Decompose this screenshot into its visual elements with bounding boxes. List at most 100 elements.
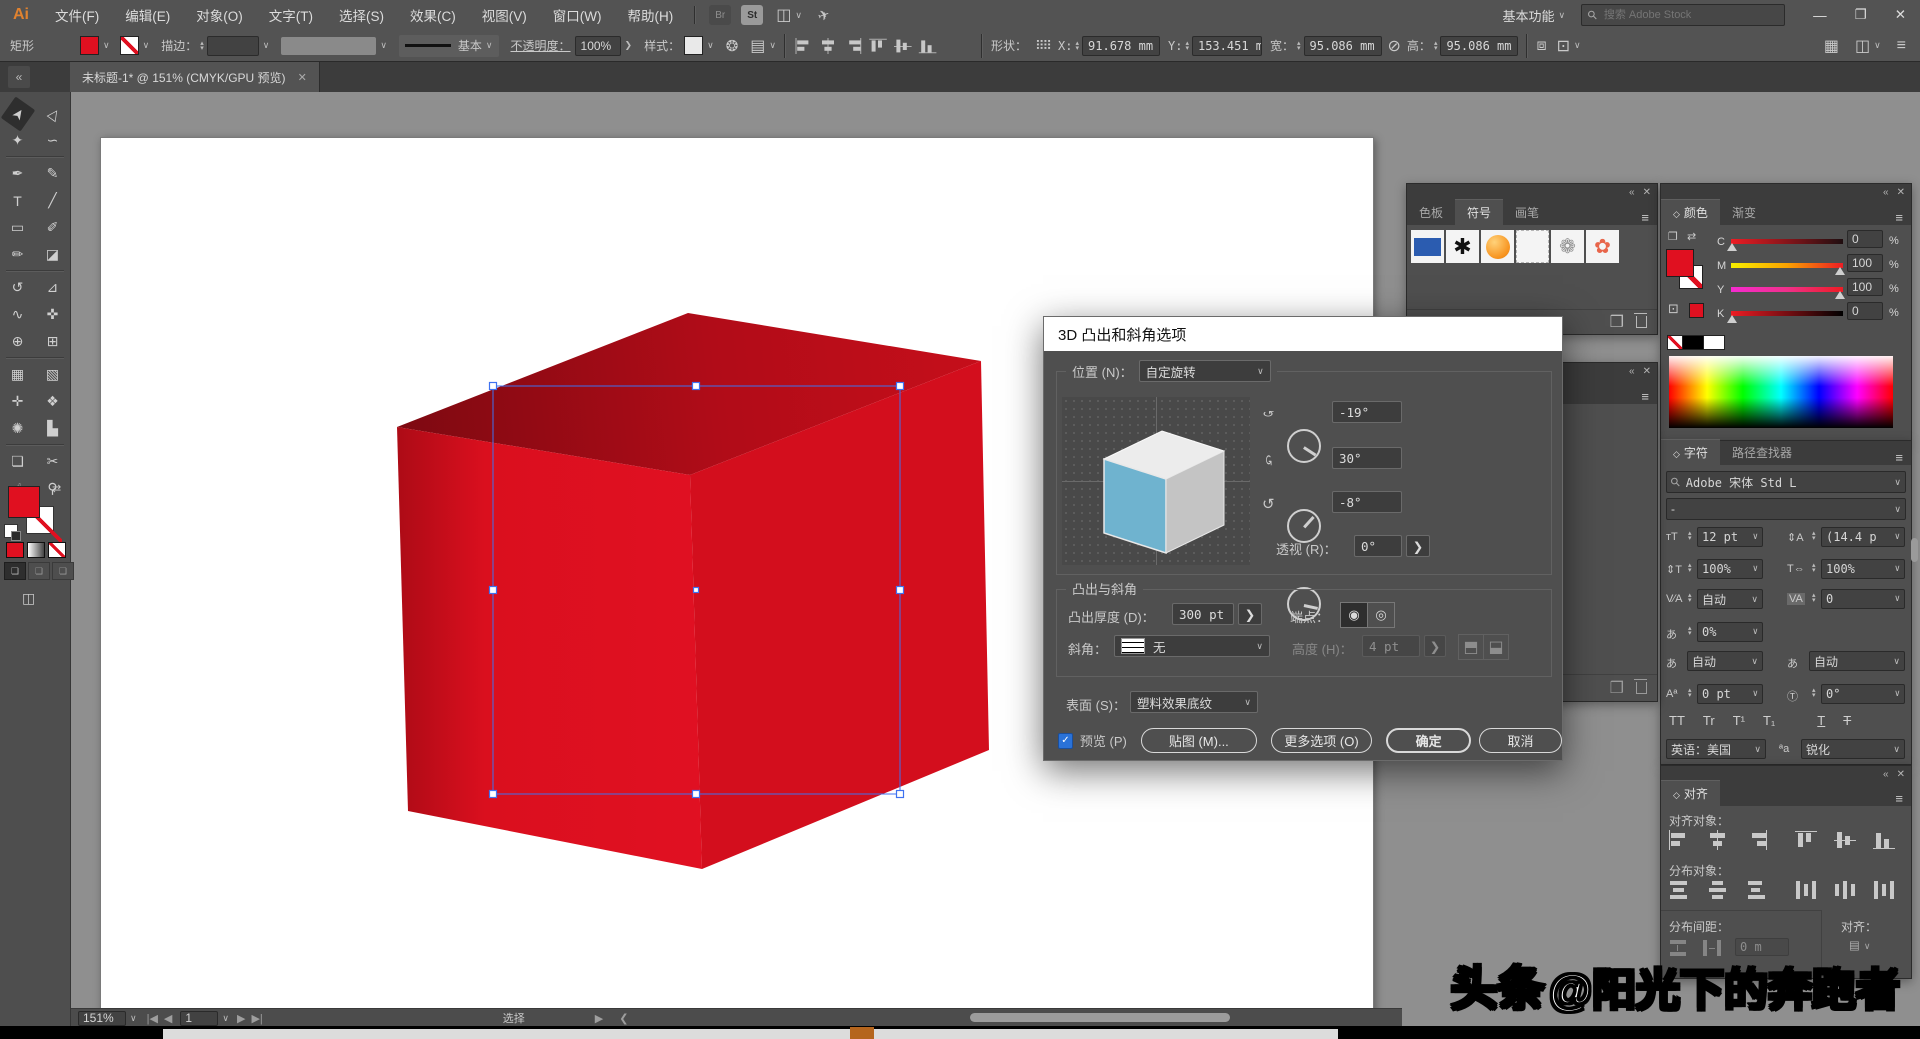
recolor-artwork-icon[interactable]: ❂ <box>726 37 739 55</box>
white-swatch[interactable] <box>1704 335 1725 350</box>
cyan-value-field[interactable]: 0 <box>1847 230 1883 248</box>
control-panel-menu-icon[interactable]: ≡ <box>1897 37 1906 55</box>
width-field[interactable]: 95.086 mm <box>1304 36 1382 56</box>
tsume-field[interactable]: 0%∨ <box>1697 622 1763 642</box>
height-stepper[interactable]: ▴▾ <box>1434 41 1438 51</box>
copy-color-icon[interactable]: ❐ <box>1668 230 1678 243</box>
align-left-icon[interactable] <box>794 38 813 54</box>
symbol-swirl[interactable]: ❁ <box>1551 230 1584 263</box>
font-size-field[interactable]: 12 pt∨ <box>1697 527 1763 547</box>
yellow-slider[interactable] <box>1731 287 1843 292</box>
vertical-scale-field[interactable]: 100%∨ <box>1697 559 1763 579</box>
hidden-panel-close-icon[interactable]: ✕ <box>1643 366 1651 377</box>
stock-search-box[interactable]: ⚲ <box>1581 4 1785 26</box>
rotate-z-field[interactable]: -8° <box>1332 491 1402 513</box>
menu-help[interactable]: 帮助(H) <box>614 0 686 30</box>
baseline-stepper[interactable]: ▴▾ <box>1688 688 1692 698</box>
align-obj-right-icon[interactable] <box>1745 830 1769 850</box>
style-chevron[interactable]: ∨ <box>707 40 714 51</box>
align-panel-menu-icon[interactable]: ≡ <box>1895 791 1903 806</box>
black-value-field[interactable]: 0 <box>1847 302 1883 320</box>
tool-rotate[interactable]: ↺ <box>5 276 31 300</box>
stroke-weight-stepper[interactable]: ▴▾ <box>200 41 204 51</box>
x-field[interactable]: 91.678 mm <box>1082 36 1160 56</box>
tracking-stepper[interactable]: ▴▾ <box>1812 593 1816 603</box>
track-cube-area[interactable] <box>1062 397 1250 565</box>
tool-pencil[interactable]: ✏ <box>5 243 31 267</box>
black-swatch[interactable] <box>1683 335 1704 350</box>
all-caps-button[interactable]: TT <box>1669 713 1685 728</box>
color-close-icon[interactable]: ✕ <box>1897 187 1905 198</box>
fill-color-swatch[interactable] <box>80 36 99 55</box>
menu-type[interactable]: 文字(T) <box>256 0 326 30</box>
track-cube[interactable] <box>1076 401 1236 561</box>
dialog-title-bar[interactable]: 3D 凸出和斜角选项 <box>1044 317 1562 351</box>
menu-view[interactable]: 视图(V) <box>469 0 540 30</box>
tool-rectangle[interactable]: ▭ <box>5 216 31 240</box>
search-input[interactable] <box>1602 8 1756 22</box>
none-mode-button[interactable] <box>48 542 66 558</box>
yellow-value-field[interactable]: 100 <box>1847 278 1883 296</box>
leading-stepper[interactable]: ▴▾ <box>1812 531 1816 541</box>
color-mode-button[interactable] <box>6 542 24 558</box>
align-close-icon[interactable]: ✕ <box>1897 769 1905 780</box>
tool-curvature[interactable]: ✎ <box>40 162 66 186</box>
style-swatch[interactable] <box>684 36 703 55</box>
transform-bounds-icon[interactable]: ⧈ <box>1536 37 1546 55</box>
swap-color-icon[interactable]: ⇄ <box>1687 230 1696 243</box>
aki-left-field[interactable]: 自动∨ <box>1687 651 1763 671</box>
default-fill-stroke-icon[interactable] <box>4 524 18 538</box>
symbols-panel-menu-icon[interactable]: ≡ <box>1641 210 1649 225</box>
opacity-field[interactable]: 100% <box>575 36 621 56</box>
kerning-stepper[interactable]: ▴▾ <box>1688 593 1692 603</box>
stroke-weight-chevron[interactable]: ∨ <box>263 40 270 51</box>
next-artboard-icon[interactable]: ▶ <box>237 1012 245 1025</box>
fill-color-chevron[interactable]: ∨ <box>103 40 110 51</box>
panel-grid-icon[interactable]: ▦ <box>1824 36 1839 56</box>
tool-slice[interactable]: ✂ <box>40 450 66 474</box>
arrange-documents-button[interactable]: ◫∨ <box>776 5 802 25</box>
stroke-color-swatch[interactable] <box>120 36 139 55</box>
color-panel-menu-icon[interactable]: ≡ <box>1895 210 1903 225</box>
character-panel-menu-icon[interactable]: ≡ <box>1895 450 1903 465</box>
tool-artboard[interactable]: ❏ <box>5 450 31 474</box>
symbol-registration[interactable] <box>1516 230 1549 263</box>
y-stepper[interactable]: ▴▾ <box>1185 41 1189 51</box>
color-fill-swatch[interactable] <box>1666 249 1694 277</box>
superscript-button[interactable]: T¹ <box>1733 713 1745 728</box>
depth-slider-button[interactable]: ❯ <box>1238 603 1262 625</box>
symbol-orange-orb[interactable] <box>1481 230 1514 263</box>
symbol-ink-splat[interactable]: ✱ <box>1446 230 1479 263</box>
zoom-level-field[interactable]: 151% <box>78 1011 126 1026</box>
symbol-flower[interactable]: ✿ <box>1586 230 1619 263</box>
menu-edit[interactable]: 编辑(E) <box>112 0 183 30</box>
horizontal-scrollbar-thumb[interactable] <box>970 1013 1230 1022</box>
char-rotation-field[interactable]: 0°∨ <box>1821 684 1905 704</box>
rotate-x-field[interactable]: -19° <box>1332 401 1402 423</box>
first-artboard-icon[interactable]: |◀ <box>147 1012 158 1025</box>
collapse-panels-icon[interactable]: « <box>8 66 30 88</box>
dist-vcenter-icon[interactable] <box>1706 880 1730 900</box>
tool-gradient[interactable]: ▧ <box>40 363 66 387</box>
align-vcenter-icon[interactable] <box>893 38 912 54</box>
yellow-slider-thumb[interactable] <box>1835 291 1845 299</box>
align-obj-hcenter-icon[interactable] <box>1706 830 1730 850</box>
font-family-field[interactable]: ⚲ Adobe 宋体 Std L∨ <box>1666 471 1906 493</box>
swap-fill-stroke-icon[interactable]: ⇄ <box>52 482 61 495</box>
perspective-slider-button[interactable]: ❯ <box>1406 535 1430 557</box>
magenta-slider[interactable] <box>1731 263 1843 268</box>
close-button[interactable]: ✕ <box>1881 0 1920 30</box>
tab-symbols[interactable]: 符号 <box>1455 199 1503 225</box>
char-rotation-stepper[interactable]: ▴▾ <box>1812 688 1816 698</box>
rotate-y-field[interactable]: 30° <box>1332 447 1402 469</box>
align-obj-vcenter-icon[interactable] <box>1833 830 1857 850</box>
tool-eraser[interactable]: ◪ <box>40 243 66 267</box>
tool-eyedropper[interactable]: ✛ <box>5 390 31 414</box>
status-back-icon[interactable]: ❮ <box>619 1012 628 1025</box>
preview-checkbox[interactable]: ✓ <box>1058 733 1073 749</box>
hidden-panel-new-icon[interactable]: ❒ <box>1610 678 1624 698</box>
tab-pathfinder[interactable]: 路径查找器 <box>1720 440 1804 465</box>
align-right-icon[interactable] <box>844 38 863 54</box>
bridge-icon[interactable]: Br <box>709 5 731 25</box>
tab-character[interactable]: ◇字符 <box>1661 439 1720 465</box>
